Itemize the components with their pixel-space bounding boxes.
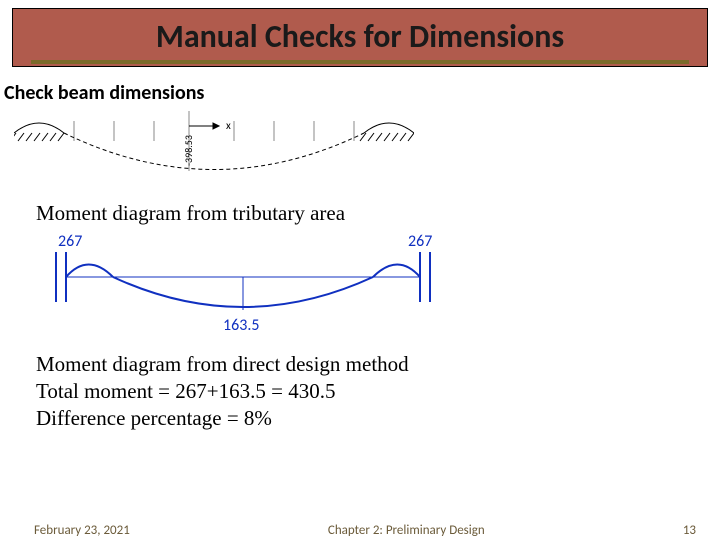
slide-title-bar: Manual Checks for Dimensions (12, 8, 708, 67)
slide-title: Manual Checks for Dimensions (13, 17, 707, 56)
caption-tributary: Moment diagram from tributary area (36, 201, 720, 226)
section-subheading: Check beam dimensions (4, 81, 720, 105)
total-moment-line: Total moment = 267+163.5 = 430.5 (36, 379, 720, 404)
axis-x-label: x (226, 119, 231, 132)
footer-date: February 23, 2021 (34, 523, 130, 538)
slide-footer: February 23, 2021 Chapter 2: Preliminary… (0, 523, 720, 538)
footer-chapter: Chapter 2: Preliminary Design (130, 523, 683, 538)
caption-direct: Moment diagram from direct design method (36, 352, 720, 377)
support-right-value: 267 (408, 232, 432, 251)
moment-diagram-direct: 267 267 163.5 (28, 232, 458, 342)
title-underline (31, 60, 689, 64)
footer-page: 13 (683, 523, 696, 538)
midspan-value-2: 163.5 (223, 316, 259, 335)
moment-diagram-tributary: x -398.53 (14, 111, 414, 191)
support-left-value: 267 (58, 232, 82, 251)
midspan-value-1: -398.53 (182, 135, 195, 166)
difference-line: Difference percentage = 8% (36, 406, 720, 431)
